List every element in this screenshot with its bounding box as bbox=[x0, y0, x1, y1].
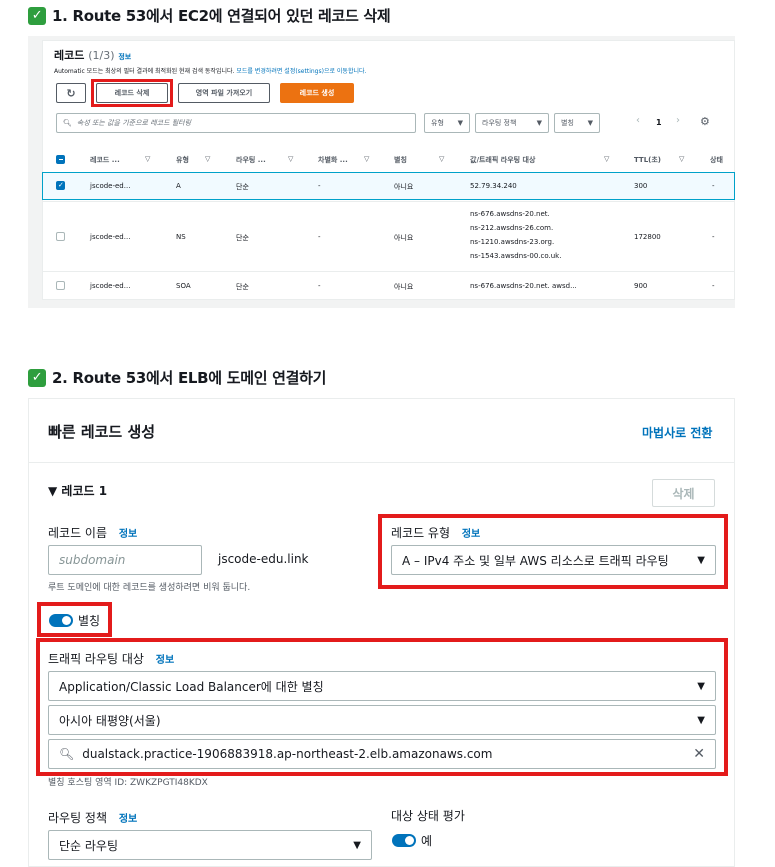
sort-icon[interactable]: ▽ bbox=[145, 155, 150, 163]
col-value[interactable]: 값/트래픽 라우팅 대상 bbox=[470, 155, 535, 165]
cell-name[interactable]: jscode-ed... bbox=[90, 182, 130, 190]
record-filter-input[interactable]: 🔍︎ 속성 또는 값을 기준으로 레코드 필터링 bbox=[56, 113, 416, 133]
record-name-input[interactable]: subdomain bbox=[48, 545, 202, 575]
cell-status: - bbox=[712, 233, 715, 241]
delete-button[interactable]: 삭제 bbox=[652, 479, 715, 507]
col-status[interactable]: 상태 bbox=[710, 155, 723, 165]
select-all-checkbox[interactable] bbox=[56, 155, 65, 164]
routing-policy-label: 라우팅 정책 정보 bbox=[48, 811, 138, 825]
record-1-header[interactable]: ▼ 레코드 1 bbox=[48, 482, 107, 499]
col-ttl[interactable]: TTL(초) bbox=[634, 155, 661, 165]
col-alias[interactable]: 별칭 bbox=[394, 155, 407, 165]
cell-diff: - bbox=[318, 182, 321, 190]
prev-page-icon[interactable]: ‹ bbox=[636, 115, 640, 126]
record-name-label: 레코드 이름 정보 bbox=[48, 526, 138, 540]
sort-icon[interactable]: ▽ bbox=[205, 155, 210, 163]
sort-icon[interactable]: ▽ bbox=[364, 155, 369, 163]
health-toggle[interactable] bbox=[392, 834, 416, 847]
row-checkbox[interactable] bbox=[56, 232, 65, 241]
cell-status: - bbox=[712, 182, 715, 190]
search-icon: 🔍︎ bbox=[63, 119, 72, 127]
section2-heading: ✓ 2. Route 53에서 ELB에 도메인 연결하기 bbox=[28, 367, 326, 388]
divider bbox=[28, 462, 735, 463]
check-icon: ✓ bbox=[28, 368, 46, 387]
sort-icon[interactable]: ▽ bbox=[679, 155, 684, 163]
row-divider bbox=[42, 201, 735, 202]
highlight-traffic-target bbox=[36, 638, 728, 776]
cell-status: - bbox=[712, 282, 715, 290]
sort-icon[interactable]: ▽ bbox=[439, 155, 444, 163]
quick-record-card bbox=[28, 398, 735, 867]
routing-policy-select[interactable]: 단순 라우팅 ▼ bbox=[48, 830, 372, 860]
cell-ttl: 900 bbox=[634, 282, 648, 290]
caret-down-icon: ▼ bbox=[457, 119, 463, 127]
hosted-zone-id: 별칭 호스팅 영역 ID: ZWKZPGTI48KDX bbox=[48, 778, 208, 788]
cell-ttl: 300 bbox=[634, 182, 648, 190]
settings-link[interactable]: 모드를 변경하려면 설정(settings)으로 이동합니다. bbox=[236, 68, 366, 75]
cell-value-line: ns-676.awsdns-20.net. bbox=[470, 210, 550, 218]
cell-value-line: ns-212.awsdns-26.com. bbox=[470, 224, 554, 232]
records-title: 레코드 (1/3) 정보 bbox=[54, 49, 132, 62]
caret-down-icon: ▼ bbox=[353, 839, 361, 851]
cell-alias: 아니요 bbox=[394, 183, 414, 191]
row-checkbox[interactable] bbox=[56, 181, 65, 190]
cell-name[interactable]: jscode-ed... bbox=[90, 233, 130, 241]
settings-gear-icon[interactable]: ⚙ bbox=[700, 115, 710, 128]
row-divider bbox=[42, 271, 735, 272]
cell-alias: 아니요 bbox=[394, 283, 414, 291]
cell-name[interactable]: jscode-ed... bbox=[90, 282, 130, 290]
records-count: (1/3) bbox=[88, 49, 115, 62]
cell-diff: - bbox=[318, 233, 321, 241]
col-routing[interactable]: 라우팅 ... bbox=[236, 155, 266, 165]
cell-type: SOA bbox=[176, 282, 191, 290]
table-row[interactable] bbox=[42, 172, 735, 200]
page-number[interactable]: 1 bbox=[656, 118, 662, 127]
col-diff[interactable]: 차별화 ... bbox=[318, 155, 348, 165]
section2-heading-text: 2. Route 53에서 ELB에 도메인 연결하기 bbox=[52, 369, 327, 387]
record-name-hint: 루트 도메인에 대한 레코드를 생성하려면 비워 둡니다. bbox=[48, 583, 251, 593]
cell-ttl: 172800 bbox=[634, 233, 661, 241]
sort-icon[interactable]: ▽ bbox=[604, 155, 609, 163]
info-link[interactable]: 정보 bbox=[118, 53, 131, 61]
cell-routing: 단순 bbox=[236, 283, 249, 291]
highlight-record-type bbox=[378, 514, 728, 589]
next-page-icon[interactable]: › bbox=[676, 115, 680, 126]
cell-value: 52.79.34.240 bbox=[470, 182, 517, 190]
health-eval-label: 대상 상태 평가 bbox=[391, 809, 465, 823]
sort-icon[interactable]: ▽ bbox=[288, 155, 293, 163]
highlight-delete bbox=[91, 79, 173, 107]
import-zone-button[interactable]: 영역 파일 가져오기 bbox=[178, 83, 270, 103]
cell-diff: - bbox=[318, 282, 321, 290]
info-link[interactable]: 정보 bbox=[119, 529, 137, 540]
check-icon: ✓ bbox=[28, 6, 46, 25]
refresh-icon: ↻ bbox=[66, 86, 76, 100]
refresh-button[interactable]: ↻ bbox=[56, 83, 86, 103]
quick-record-title: 빠른 레코드 생성 bbox=[48, 423, 156, 441]
domain-suffix: jscode-edu.link bbox=[218, 552, 309, 566]
highlight-alias bbox=[37, 602, 112, 637]
cell-value-line: ns-1543.awsdns-00.co.uk. bbox=[470, 252, 562, 260]
col-type[interactable]: 유형 bbox=[176, 155, 189, 165]
alias-dropdown[interactable]: 별칭 ▼ bbox=[554, 113, 600, 133]
health-value: 예 bbox=[421, 834, 433, 848]
info-link[interactable]: 정보 bbox=[119, 814, 137, 825]
cell-routing: 단순 bbox=[236, 183, 249, 191]
row-checkbox[interactable] bbox=[56, 281, 65, 290]
routing-dropdown[interactable]: 라우팅 정책 ▼ bbox=[475, 113, 549, 133]
cell-type: A bbox=[176, 182, 181, 190]
switch-wizard-link[interactable]: 마법사로 전환 bbox=[642, 424, 712, 441]
cell-value-line: ns-1210.awsdns-23.org. bbox=[470, 238, 555, 246]
cell-alias: 아니요 bbox=[394, 234, 414, 242]
section1-heading: ✓ 1. Route 53에서 EC2에 연결되어 있던 레코드 삭제 bbox=[28, 5, 391, 26]
section1-heading-text: 1. Route 53에서 EC2에 연결되어 있던 레코드 삭제 bbox=[52, 7, 391, 25]
records-subtitle: Automatic 모드는 최상의 필터 결과에 최적화된 현재 검색 동작입니… bbox=[54, 68, 367, 75]
col-record-name[interactable]: 레코드 ... bbox=[90, 155, 120, 165]
cell-routing: 단순 bbox=[236, 234, 249, 242]
cell-type: NS bbox=[176, 233, 186, 241]
create-record-button[interactable]: 레코드 생성 bbox=[280, 83, 354, 103]
caret-down-icon: ▼ bbox=[536, 119, 542, 127]
cell-value: ns-676.awsdns-20.net. awsd... bbox=[470, 282, 577, 290]
type-dropdown[interactable]: 유형 ▼ bbox=[424, 113, 470, 133]
caret-down-icon: ▼ bbox=[587, 119, 593, 127]
